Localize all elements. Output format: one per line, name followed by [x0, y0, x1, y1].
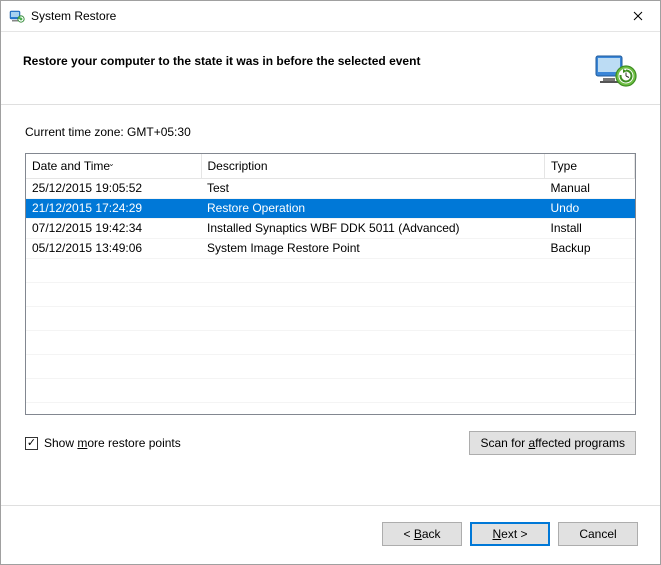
cell-type: Undo [545, 199, 635, 219]
system-restore-window: System Restore Restore your computer to … [0, 0, 661, 565]
table-row[interactable]: 07/12/2015 19:42:34Installed Synaptics W… [26, 219, 635, 239]
table-row [26, 283, 635, 307]
show-more-label: Show more restore points [44, 436, 181, 450]
column-header-datetime[interactable]: Date and Time⌄ [26, 154, 201, 179]
options-row: ✓ Show more restore points Scan for affe… [25, 431, 636, 455]
table-row [26, 331, 635, 355]
content-area: Current time zone: GMT+05:30 Date and Ti… [1, 104, 660, 505]
table-row[interactable]: 25/12/2015 19:05:52TestManual [26, 179, 635, 199]
table-row [26, 355, 635, 379]
cell-description: System Image Restore Point [201, 239, 545, 259]
restore-large-icon [594, 50, 638, 90]
table-row [26, 307, 635, 331]
window-title: System Restore [31, 9, 615, 23]
cell-datetime: 07/12/2015 19:42:34 [26, 219, 201, 239]
cell-type: Manual [545, 179, 635, 199]
sort-indicator-icon: ⌄ [108, 159, 115, 168]
timezone-label: Current time zone: GMT+05:30 [25, 125, 636, 139]
next-button[interactable]: Next > [470, 522, 550, 546]
titlebar: System Restore [1, 1, 660, 32]
table-row[interactable]: 21/12/2015 17:24:29Restore OperationUndo [26, 199, 635, 219]
cell-datetime: 05/12/2015 13:49:06 [26, 239, 201, 259]
close-icon [633, 11, 643, 21]
close-button[interactable] [615, 2, 660, 31]
cell-type: Install [545, 219, 635, 239]
scan-affected-button[interactable]: Scan for affected programs [469, 431, 636, 455]
table-row[interactable]: 05/12/2015 13:49:06System Image Restore … [26, 239, 635, 259]
cell-description: Installed Synaptics WBF DDK 5011 (Advanc… [201, 219, 545, 239]
column-header-datetime-label: Date and Time [32, 159, 110, 173]
wizard-footer: < Back Next > Cancel [1, 505, 660, 564]
restore-points-table[interactable]: Date and Time⌄ Description Type 25/12/20… [25, 153, 636, 415]
column-header-type[interactable]: Type [545, 154, 635, 179]
instruction-text: Restore your computer to the state it wa… [23, 50, 420, 68]
back-button[interactable]: < Back [382, 522, 462, 546]
column-header-description[interactable]: Description [201, 154, 545, 179]
show-more-checkbox[interactable]: ✓ Show more restore points [25, 436, 181, 450]
cell-description: Test [201, 179, 545, 199]
header: Restore your computer to the state it wa… [1, 32, 660, 104]
table-row [26, 259, 635, 283]
table-row [26, 403, 635, 416]
cell-description: Restore Operation [201, 199, 545, 219]
checkbox-icon: ✓ [25, 437, 38, 450]
cancel-button[interactable]: Cancel [558, 522, 638, 546]
table-row [26, 379, 635, 403]
cell-datetime: 25/12/2015 19:05:52 [26, 179, 201, 199]
cell-type: Backup [545, 239, 635, 259]
cell-datetime: 21/12/2015 17:24:29 [26, 199, 201, 219]
system-restore-icon [9, 8, 25, 24]
